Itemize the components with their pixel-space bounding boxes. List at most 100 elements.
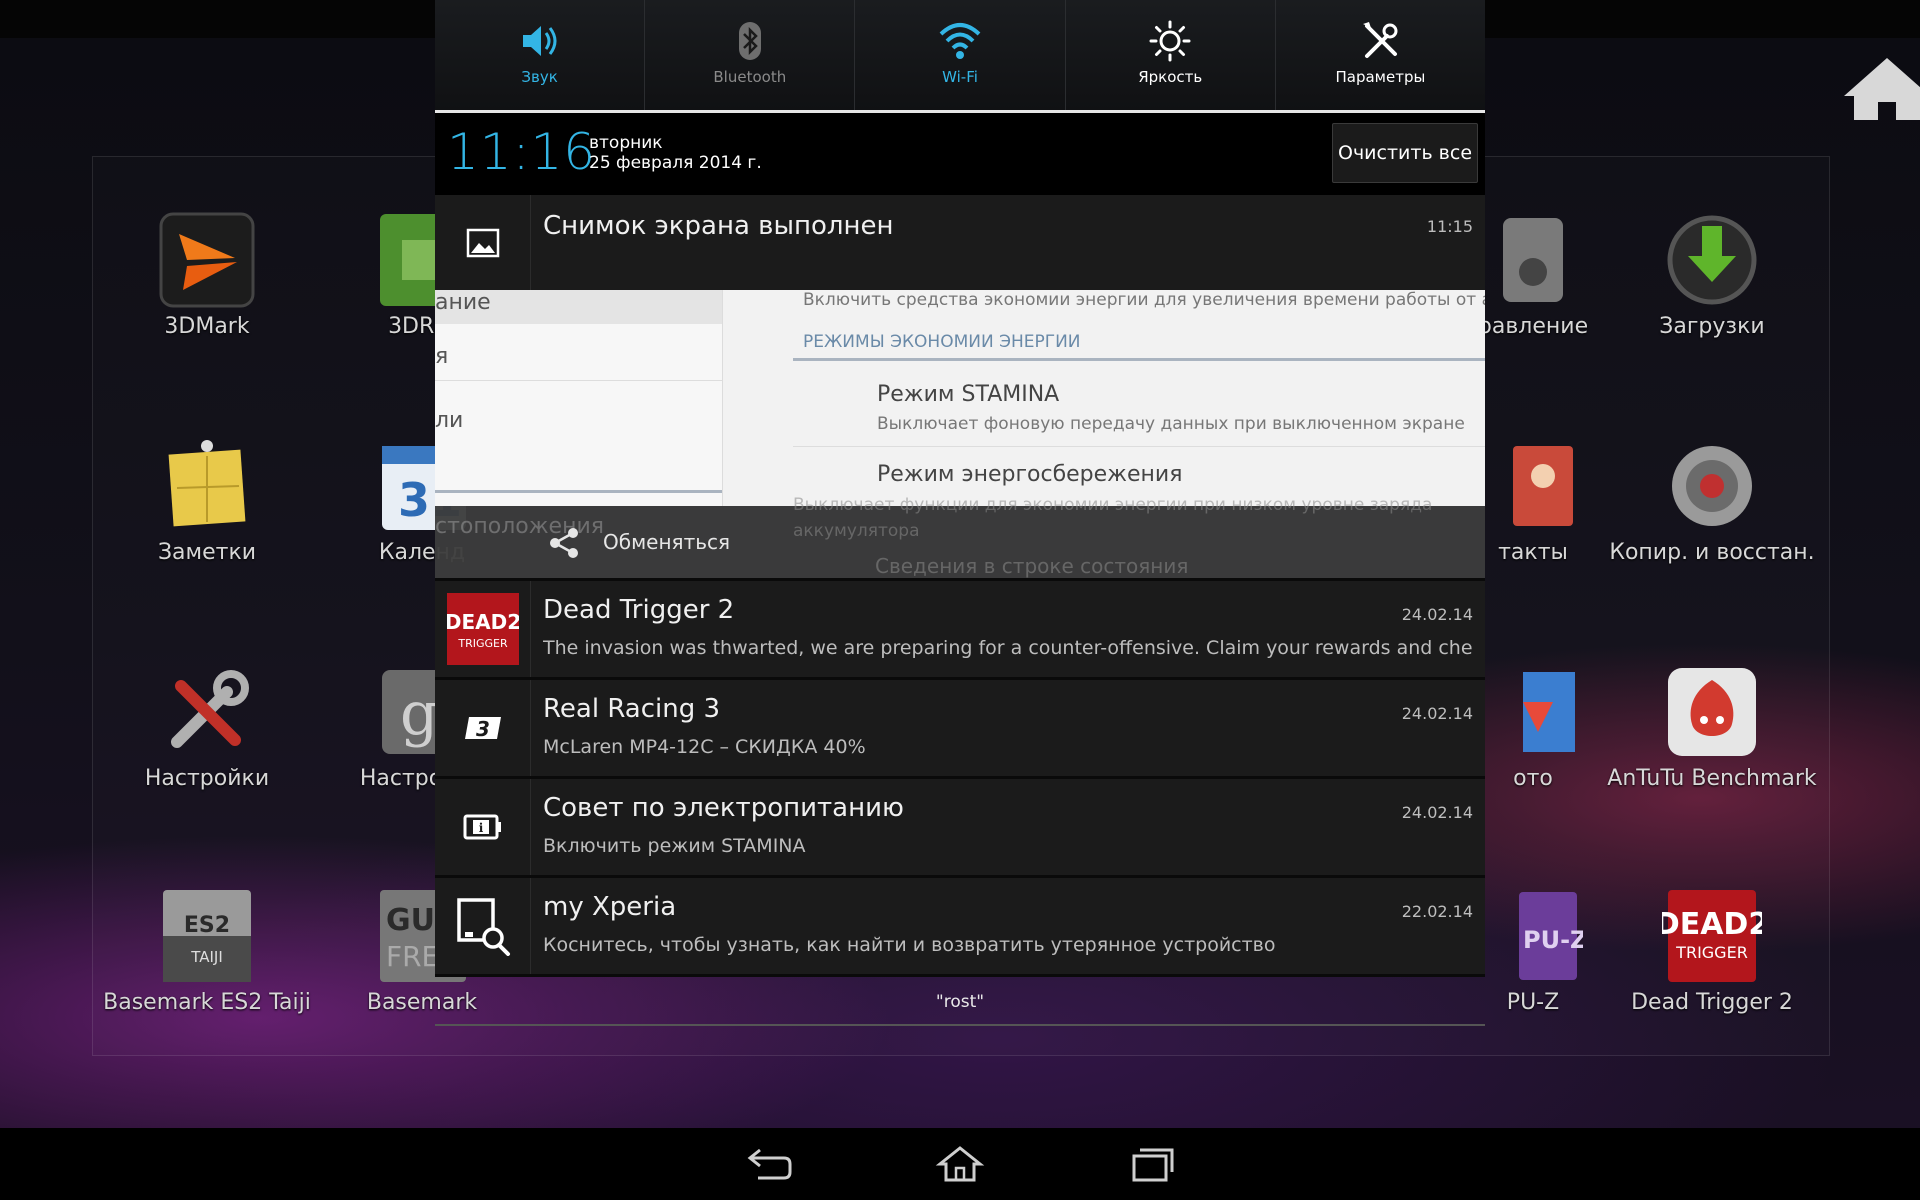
notification-text: Включить режим STAMINA <box>543 835 806 857</box>
quick-settings-bar: Звук Bluetooth Wi-Fi Яркость Параметры <box>435 0 1485 110</box>
photo-icon <box>1523 672 1575 752</box>
notification-title: Снимок экрана выполнен <box>543 211 894 241</box>
notification-text: Коснитесь, чтобы узнать, как найти и воз… <box>543 934 1276 956</box>
quick-setting-sound[interactable]: Звук <box>435 0 646 110</box>
app-label: AnTuTu Benchmark <box>1607 766 1817 791</box>
quick-setting-brightness[interactable]: Яркость <box>1066 0 1276 110</box>
remote-icon <box>1503 218 1563 302</box>
notification-time: 24.02.14 <box>1401 803 1473 822</box>
share-icon <box>550 528 578 558</box>
notification-screenshot[interactable]: Снимок экрана выполнен 11:15 <box>435 195 1485 291</box>
divider <box>435 380 722 381</box>
notification-time: 22.02.14 <box>1401 902 1473 921</box>
quick-setting-label: Wi-Fi <box>942 68 978 86</box>
preview-section-header: РЕЖИМЫ ЭКОНОМИИ ЭНЕРГИИ <box>803 332 1081 352</box>
home-nav-icon[interactable] <box>932 1144 988 1184</box>
svg-text:i: i <box>478 821 483 835</box>
downloads-icon <box>1667 215 1757 305</box>
quick-setting-label: Bluetooth <box>713 68 787 86</box>
preview-bottom-text: Сведения в строке состояния <box>875 554 1189 578</box>
share-button-label: Обменяться <box>603 530 731 554</box>
device-search-icon <box>456 898 510 956</box>
svg-text:GU: GU <box>386 903 435 938</box>
app-downloads[interactable]: Загрузки <box>1597 210 1827 380</box>
divider <box>435 974 1485 977</box>
notification-icon-cell: i <box>435 779 531 875</box>
navigation-bar <box>0 1128 1920 1200</box>
image-icon <box>466 228 499 258</box>
app-label: Копир. и восстан. <box>1609 540 1815 565</box>
back-icon[interactable] <box>740 1144 796 1184</box>
svg-text:DEAD2: DEAD2 <box>1662 907 1762 942</box>
share-action-bar[interactable]: Выключает функции для экономии энергии п… <box>435 495 1485 578</box>
svg-text:TAIJI: TAIJI <box>190 948 223 966</box>
home-icon[interactable] <box>1840 54 1920 124</box>
preview-left-row: ание <box>435 290 722 324</box>
app-backup[interactable]: Копир. и восстан. <box>1597 436 1827 606</box>
svg-text:DEAD2: DEAD2 <box>447 610 519 634</box>
quick-setting-label: Яркость <box>1138 68 1203 86</box>
speaker-icon <box>522 26 557 56</box>
screenshot-preview[interactable]: ание я ли Включить средства экономии эне… <box>435 290 1485 506</box>
notification-text: The invasion was thwarted, we are prepar… <box>543 637 1473 659</box>
tools-icon <box>1363 22 1398 58</box>
app-notes[interactable]: Заметки <box>92 436 322 606</box>
quick-setting-wifi[interactable]: Wi-Fi <box>855 0 1066 110</box>
svg-text:PU-Z: PU-Z <box>1523 926 1583 954</box>
basemark-es2-icon: ES2 TAIJI <box>163 890 251 982</box>
wifi-icon <box>939 23 981 59</box>
quick-setting-parameters[interactable]: Параметры <box>1276 0 1485 110</box>
app-settings[interactable]: Настройки <box>92 662 322 832</box>
notification-time: 24.02.14 <box>1401 605 1473 624</box>
quick-setting-bluetooth[interactable]: Bluetooth <box>645 0 856 110</box>
backup-icon <box>1672 446 1752 526</box>
notification-my-xperia[interactable]: my Xperia Коснитесь, чтобы узнать, как н… <box>435 878 1485 974</box>
preview-top-text: Включить средства экономии энергии для у… <box>803 290 1485 310</box>
notes-icon <box>168 440 246 527</box>
preview-left-row: я <box>435 344 449 369</box>
app-basemark-es2[interactable]: ES2 TAIJI Basemark ES2 Taiji <box>92 886 322 1056</box>
notification-real-racing[interactable]: 3 Real Racing 3 McLaren MP4-12C – СКИДКА… <box>435 680 1485 776</box>
clock-day: вторник <box>589 133 663 153</box>
notification-text: McLaren MP4-12C – СКИДКА 40% <box>543 736 866 758</box>
quick-setting-label: Звук <box>521 68 558 86</box>
clock-date: 25 февраля 2014 г. <box>589 153 762 173</box>
preview-item-title: Режим STAMINA <box>877 382 1060 407</box>
contacts-icon <box>1513 446 1573 526</box>
notification-icon-cell <box>435 878 531 974</box>
notification-time: 11:15 <box>1426 217 1473 236</box>
settings-tools-icon <box>171 670 249 748</box>
app-antutu[interactable]: AnTuTu Benchmark <box>1597 662 1827 832</box>
notification-title: Dead Trigger 2 <box>543 595 735 625</box>
preview-item-subtitle: Выключает функции для экономии энергии п… <box>793 495 1433 541</box>
preview-item-title: Режим энергосбережения <box>877 462 1183 487</box>
real-racing-icon: 3 <box>464 717 501 741</box>
app-label: Загрузки <box>1659 314 1765 339</box>
notification-icon-cell: DEAD2 TRIGGER <box>435 581 531 677</box>
clock-time[interactable]: 11:16 <box>447 123 596 181</box>
app-3dmark[interactable]: 3DMark <box>92 210 322 380</box>
notification-title: Real Racing 3 <box>543 694 721 724</box>
recent-apps-icon[interactable] <box>1124 1144 1180 1184</box>
app-dead-trigger[interactable]: DEAD2 TRIGGER Dead Trigger 2 <box>1597 886 1827 1056</box>
notification-power-tip[interactable]: i Совет по электропитанию Включить режим… <box>435 779 1485 875</box>
preview-item-subtitle: Выключает фоновую передачу данных при вы… <box>877 414 1465 434</box>
svg-text:FRE: FRE <box>386 940 439 973</box>
notification-dead-trigger[interactable]: DEAD2 TRIGGER Dead Trigger 2 The invasio… <box>435 581 1485 677</box>
antutu-icon <box>1668 668 1756 756</box>
carrier-label: "rost" <box>435 986 1485 1026</box>
app-label: Dead Trigger 2 <box>1631 990 1793 1015</box>
preview-left-pane: ание я ли <box>435 290 723 506</box>
battery-info-icon: i <box>463 814 501 840</box>
clear-all-button[interactable]: Очистить все <box>1332 123 1478 183</box>
dead-trigger-icon: DEAD2 TRIGGER <box>446 593 519 665</box>
divider <box>435 490 722 493</box>
svg-text:TRIGGER: TRIGGER <box>457 637 508 650</box>
notification-panel: Звук Bluetooth Wi-Fi Яркость Параметры 1… <box>435 0 1485 1028</box>
notification-title: my Xperia <box>543 892 677 922</box>
quick-setting-label: Параметры <box>1335 68 1426 86</box>
svg-text:ES2: ES2 <box>184 913 230 938</box>
svg-text:g: g <box>400 679 438 749</box>
brightness-icon <box>1149 20 1191 62</box>
3dmark-icon <box>159 212 255 308</box>
